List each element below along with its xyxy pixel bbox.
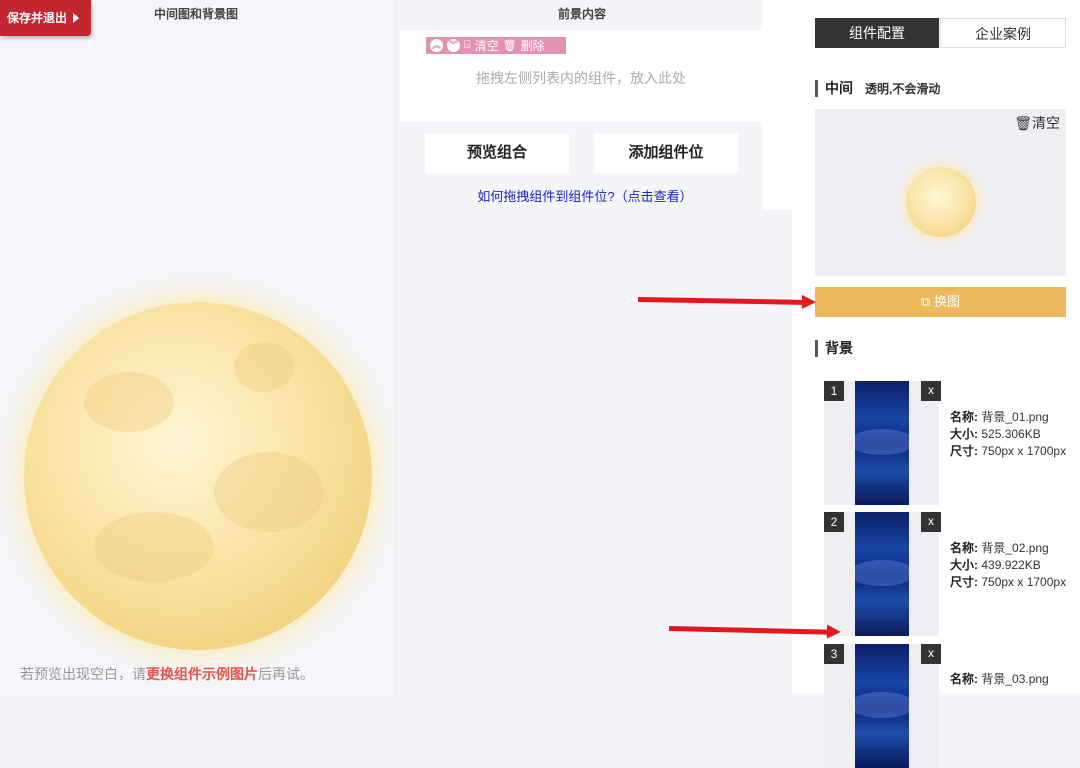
- dropzone-placeholder: 拖拽左侧列表内的组件，放入此处: [476, 70, 686, 86]
- delete-tool-label[interactable]: 删除: [521, 37, 545, 54]
- clear-icon[interactable]: ⌸: [464, 39, 471, 52]
- background-info: 名称: 背景_03.png: [950, 672, 1049, 686]
- replace-example-image-link[interactable]: 更换组件示例图片: [146, 666, 258, 682]
- middle-section-sub: 透明,不会滑动: [865, 82, 941, 96]
- tab-enterprise-cases[interactable]: 企业案例: [940, 18, 1066, 48]
- moon-thumbnail: [906, 167, 976, 237]
- add-slot-button[interactable]: 添加组件位: [594, 133, 738, 173]
- preview-combo-button[interactable]: 预览组合: [425, 133, 569, 173]
- swap-image-icon: ⧉: [921, 294, 931, 309]
- background-info: 名称: 背景_01.png 大小: 525.306KB 尺寸: 750px x …: [950, 410, 1067, 458]
- clear-tool-label[interactable]: 清空: [475, 37, 499, 54]
- background-thumbnail: [855, 644, 909, 768]
- background-item[interactable]: 2 x: [824, 512, 941, 636]
- middle-bg-title: 中间图和背景图: [154, 7, 239, 21]
- howto-drag-link[interactable]: 如何拖拽组件到组件位?（点击查看）: [400, 186, 770, 205]
- background-thumbnail: [855, 512, 909, 636]
- moon-image: [24, 302, 372, 650]
- item-number: 3: [824, 644, 844, 664]
- preview-pane: 中间图和背景图 若预览出现空白，请更换组件示例图片后再试。: [0, 0, 396, 693]
- remove-item-button[interactable]: x: [921, 512, 941, 532]
- background-section-label: 背景: [815, 340, 853, 357]
- foreground-toolbar: ︽ ︾ ⌸ 清空 🗑 删除: [426, 37, 566, 54]
- item-number: 2: [824, 512, 844, 532]
- item-number: 1: [824, 381, 844, 401]
- clear-middle-button[interactable]: 🗑清空: [1014, 113, 1060, 133]
- save-and-exit-button[interactable]: 保存并退出: [0, 0, 91, 36]
- foreground-dropzone[interactable]: ︽ ︾ ⌸ 清空 🗑 删除 拖拽左侧列表内的组件，放入此处: [400, 30, 762, 122]
- remove-item-button[interactable]: x: [921, 381, 941, 401]
- replace-image-button[interactable]: ⧉ 换图: [815, 287, 1066, 317]
- move-up-icon[interactable]: ︽: [430, 39, 443, 52]
- background-info: 名称: 背景_02.png 大小: 439.922KB 尺寸: 750px x …: [950, 541, 1067, 589]
- panel-extension: [762, 0, 792, 210]
- middle-image-preview: 🗑清空: [815, 109, 1066, 276]
- background-item[interactable]: 1 x: [824, 381, 941, 505]
- blank-preview-hint: 若预览出现空白，请更换组件示例图片后再试。: [20, 666, 314, 682]
- background-thumbnail: [855, 381, 909, 505]
- play-arrow-icon: [73, 13, 80, 23]
- foreground-title: 前景内容: [558, 7, 607, 21]
- move-down-icon[interactable]: ︾: [447, 39, 460, 52]
- trash-icon: 🗑: [1014, 115, 1032, 131]
- tab-component-config[interactable]: 组件配置: [815, 18, 939, 48]
- remove-item-button[interactable]: x: [921, 644, 941, 664]
- annotation-arrow: [637, 294, 817, 310]
- middle-section-label: 中间 透明,不会滑动: [815, 80, 940, 97]
- background-item[interactable]: 3 x: [824, 644, 941, 768]
- trash-icon[interactable]: 🗑: [503, 39, 517, 52]
